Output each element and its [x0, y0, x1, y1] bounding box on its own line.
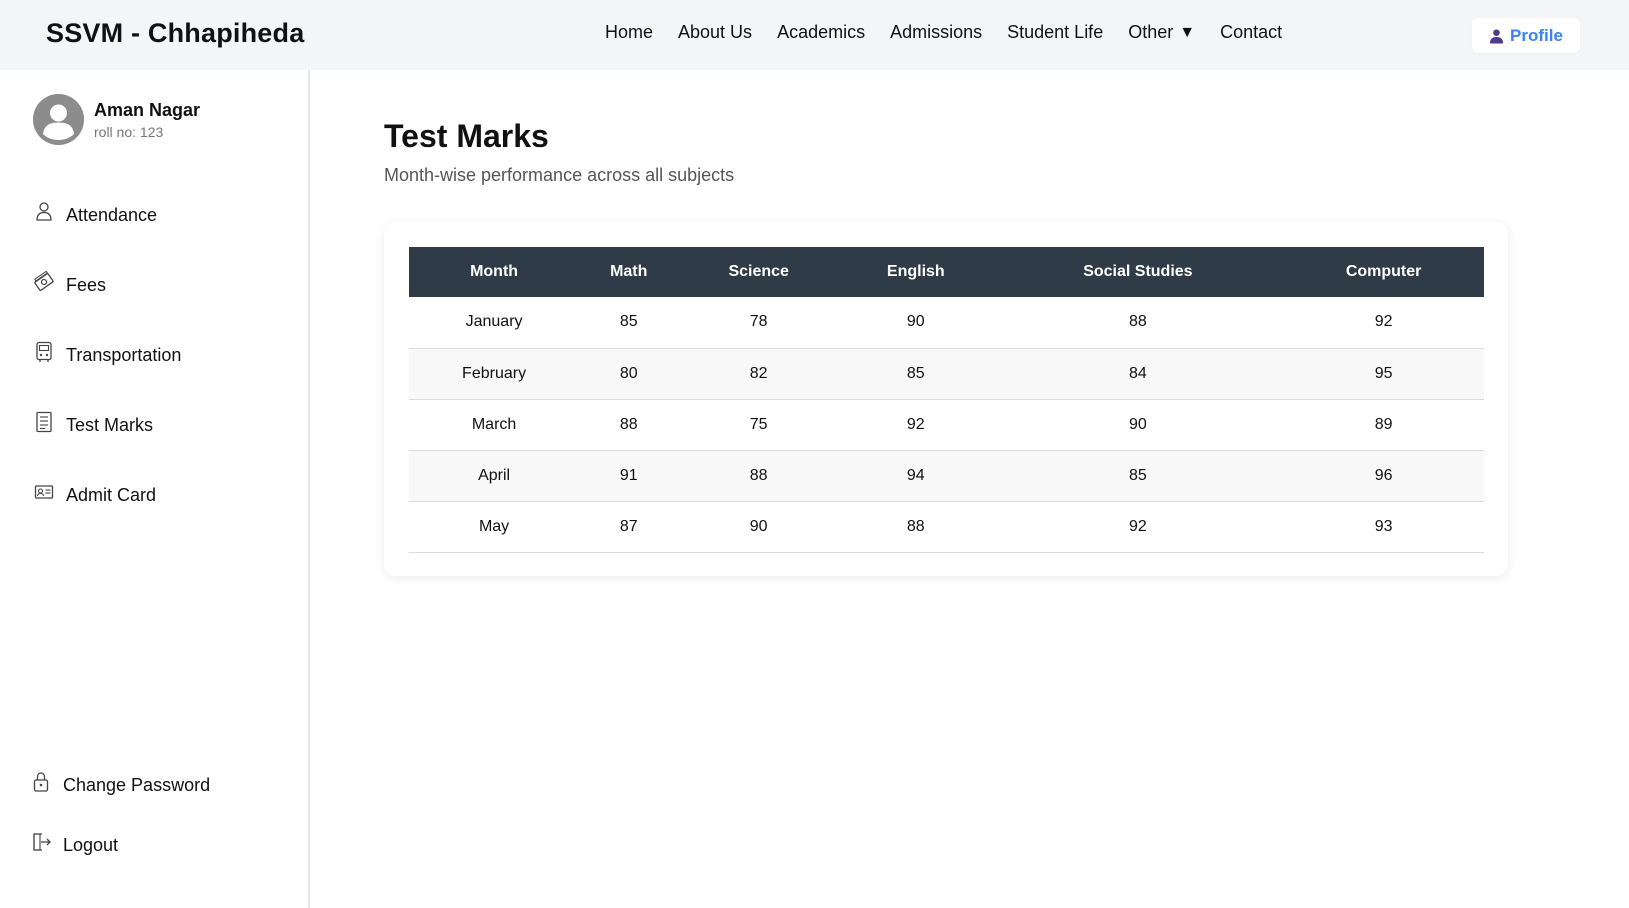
- sidebar-item-label: Fees: [66, 274, 107, 295]
- nav-other-dropdown[interactable]: Other ▼: [1128, 22, 1195, 43]
- sidebar-item-label: Change Password: [63, 774, 211, 795]
- sidebar-bottom-menu: Change Password Logout: [31, 755, 210, 875]
- table-cell: 80: [579, 348, 679, 400]
- table-cell: 89: [1283, 399, 1484, 451]
- table-cell: 88: [678, 450, 840, 502]
- user-icon: [1489, 28, 1504, 43]
- nav-academics[interactable]: Academics: [777, 22, 865, 43]
- document-icon: [34, 411, 54, 433]
- column-header: Social Studies: [1083, 263, 1193, 280]
- main-nav: Home About Us Academics Admissions Stude…: [605, 22, 1282, 43]
- avatar: [33, 94, 84, 145]
- id-card-icon: [34, 481, 54, 503]
- sidebar-item-transportation[interactable]: Transportation: [34, 320, 181, 390]
- caret-down-icon: ▼: [1179, 23, 1196, 41]
- table-cell: 88: [579, 399, 679, 451]
- person-icon: [34, 201, 54, 223]
- sidebar-item-attendance[interactable]: Attendance: [34, 180, 181, 250]
- column-header: Math: [610, 263, 648, 280]
- main-header: Test Marks Month-wise performance across…: [384, 118, 734, 186]
- table-cell: 88: [992, 297, 1284, 349]
- table-cell: 84: [992, 348, 1284, 400]
- sidebar-item-label: Test Marks: [66, 414, 154, 435]
- marks-card: Month Math Science English Social Studie…: [384, 222, 1508, 576]
- table-row: April 91 88 94 85 96: [409, 450, 1484, 502]
- lock-icon: [31, 771, 51, 793]
- sidebar-item-label: Attendance: [66, 204, 158, 225]
- table-cell: May: [409, 501, 580, 553]
- table-cell: 90: [678, 501, 840, 553]
- bus-icon: [34, 341, 54, 363]
- table-cell: 87: [579, 501, 679, 553]
- avatar-person-icon: [33, 94, 84, 145]
- column-header: Science: [728, 263, 789, 280]
- sidebar-item-label: Admit Card: [66, 484, 157, 505]
- nav-contact[interactable]: Contact: [1220, 22, 1282, 43]
- column-header: English: [886, 263, 945, 280]
- table-cell: 92: [992, 501, 1284, 553]
- table-cell: 85: [992, 450, 1284, 502]
- table-cell: 95: [1283, 348, 1484, 400]
- table-cell: 93: [1283, 501, 1484, 553]
- table-cell: 92: [839, 399, 993, 451]
- sidebar-item-change-password[interactable]: Change Password: [31, 755, 210, 815]
- table-row: February 80 82 85 84 95: [409, 348, 1484, 400]
- table-cell: March: [409, 399, 580, 451]
- table-cell: 85: [839, 348, 993, 400]
- page-subtitle: Month-wise performance across all subjec…: [384, 165, 735, 185]
- sidebar-item-logout[interactable]: Logout: [31, 815, 210, 875]
- nav-student-life[interactable]: Student Life: [1007, 22, 1103, 43]
- table-cell: 82: [678, 348, 840, 400]
- page-title: Test Marks: [384, 118, 549, 154]
- table-cell: 91: [579, 450, 679, 502]
- column-header: Computer: [1345, 263, 1422, 280]
- sidebar-item-label: Transportation: [66, 344, 182, 365]
- table-cell: 94: [839, 450, 993, 502]
- table-cell: 75: [678, 399, 840, 451]
- table-cell: 78: [678, 297, 840, 349]
- table-header-row: Month Math Science English Social Studie…: [409, 247, 1484, 297]
- logout-icon: [31, 831, 51, 853]
- marks-table: Month Math Science English Social Studie…: [409, 247, 1484, 553]
- column-header: Month: [470, 263, 519, 280]
- table-row: March 88 75 92 90 89: [409, 399, 1484, 451]
- profile-button[interactable]: Profile: [1472, 18, 1580, 53]
- table-cell: 85: [579, 297, 679, 349]
- sidebar-menu: Attendance Fees Transportation Test Mark…: [34, 180, 181, 530]
- nav-other-label: Other: [1128, 22, 1174, 42]
- table-cell: 88: [839, 501, 993, 553]
- profile-label: Profile: [1510, 25, 1563, 45]
- sidebar-item-label: Logout: [63, 834, 119, 855]
- nav-about-us[interactable]: About Us: [678, 22, 752, 43]
- brand-title[interactable]: SSVM - Chhapiheda: [46, 18, 304, 49]
- table-cell: 96: [1283, 450, 1484, 502]
- sidebar-item-test-marks[interactable]: Test Marks: [34, 390, 181, 460]
- top-navbar: SSVM - Chhapiheda Home About Us Academic…: [0, 0, 1629, 70]
- table-cell: 90: [839, 297, 993, 349]
- table-cell: 90: [992, 399, 1284, 451]
- user-roll-number: roll no: 123: [94, 123, 164, 140]
- money-icon: [34, 271, 54, 293]
- table-row: January 85 78 90 88 92: [409, 297, 1484, 349]
- table-cell: April: [409, 450, 580, 502]
- sidebar-item-admit-card[interactable]: Admit Card: [34, 460, 181, 530]
- table-cell: January: [409, 297, 580, 349]
- user-name: Aman Nagar: [94, 99, 201, 120]
- sidebar: Aman Nagar roll no: 123 Attendance Fees …: [0, 70, 310, 908]
- table-row: May 87 90 88 92 93: [409, 501, 1484, 553]
- nav-admissions[interactable]: Admissions: [890, 22, 982, 43]
- user-card: Aman Nagar roll no: 123: [33, 94, 200, 145]
- sidebar-item-fees[interactable]: Fees: [34, 250, 181, 320]
- table-cell: 92: [1283, 297, 1484, 349]
- nav-home[interactable]: Home: [605, 22, 653, 43]
- table-cell: February: [409, 348, 580, 400]
- table-body: January 85 78 90 88 92 February 80 82 85…: [409, 297, 1484, 553]
